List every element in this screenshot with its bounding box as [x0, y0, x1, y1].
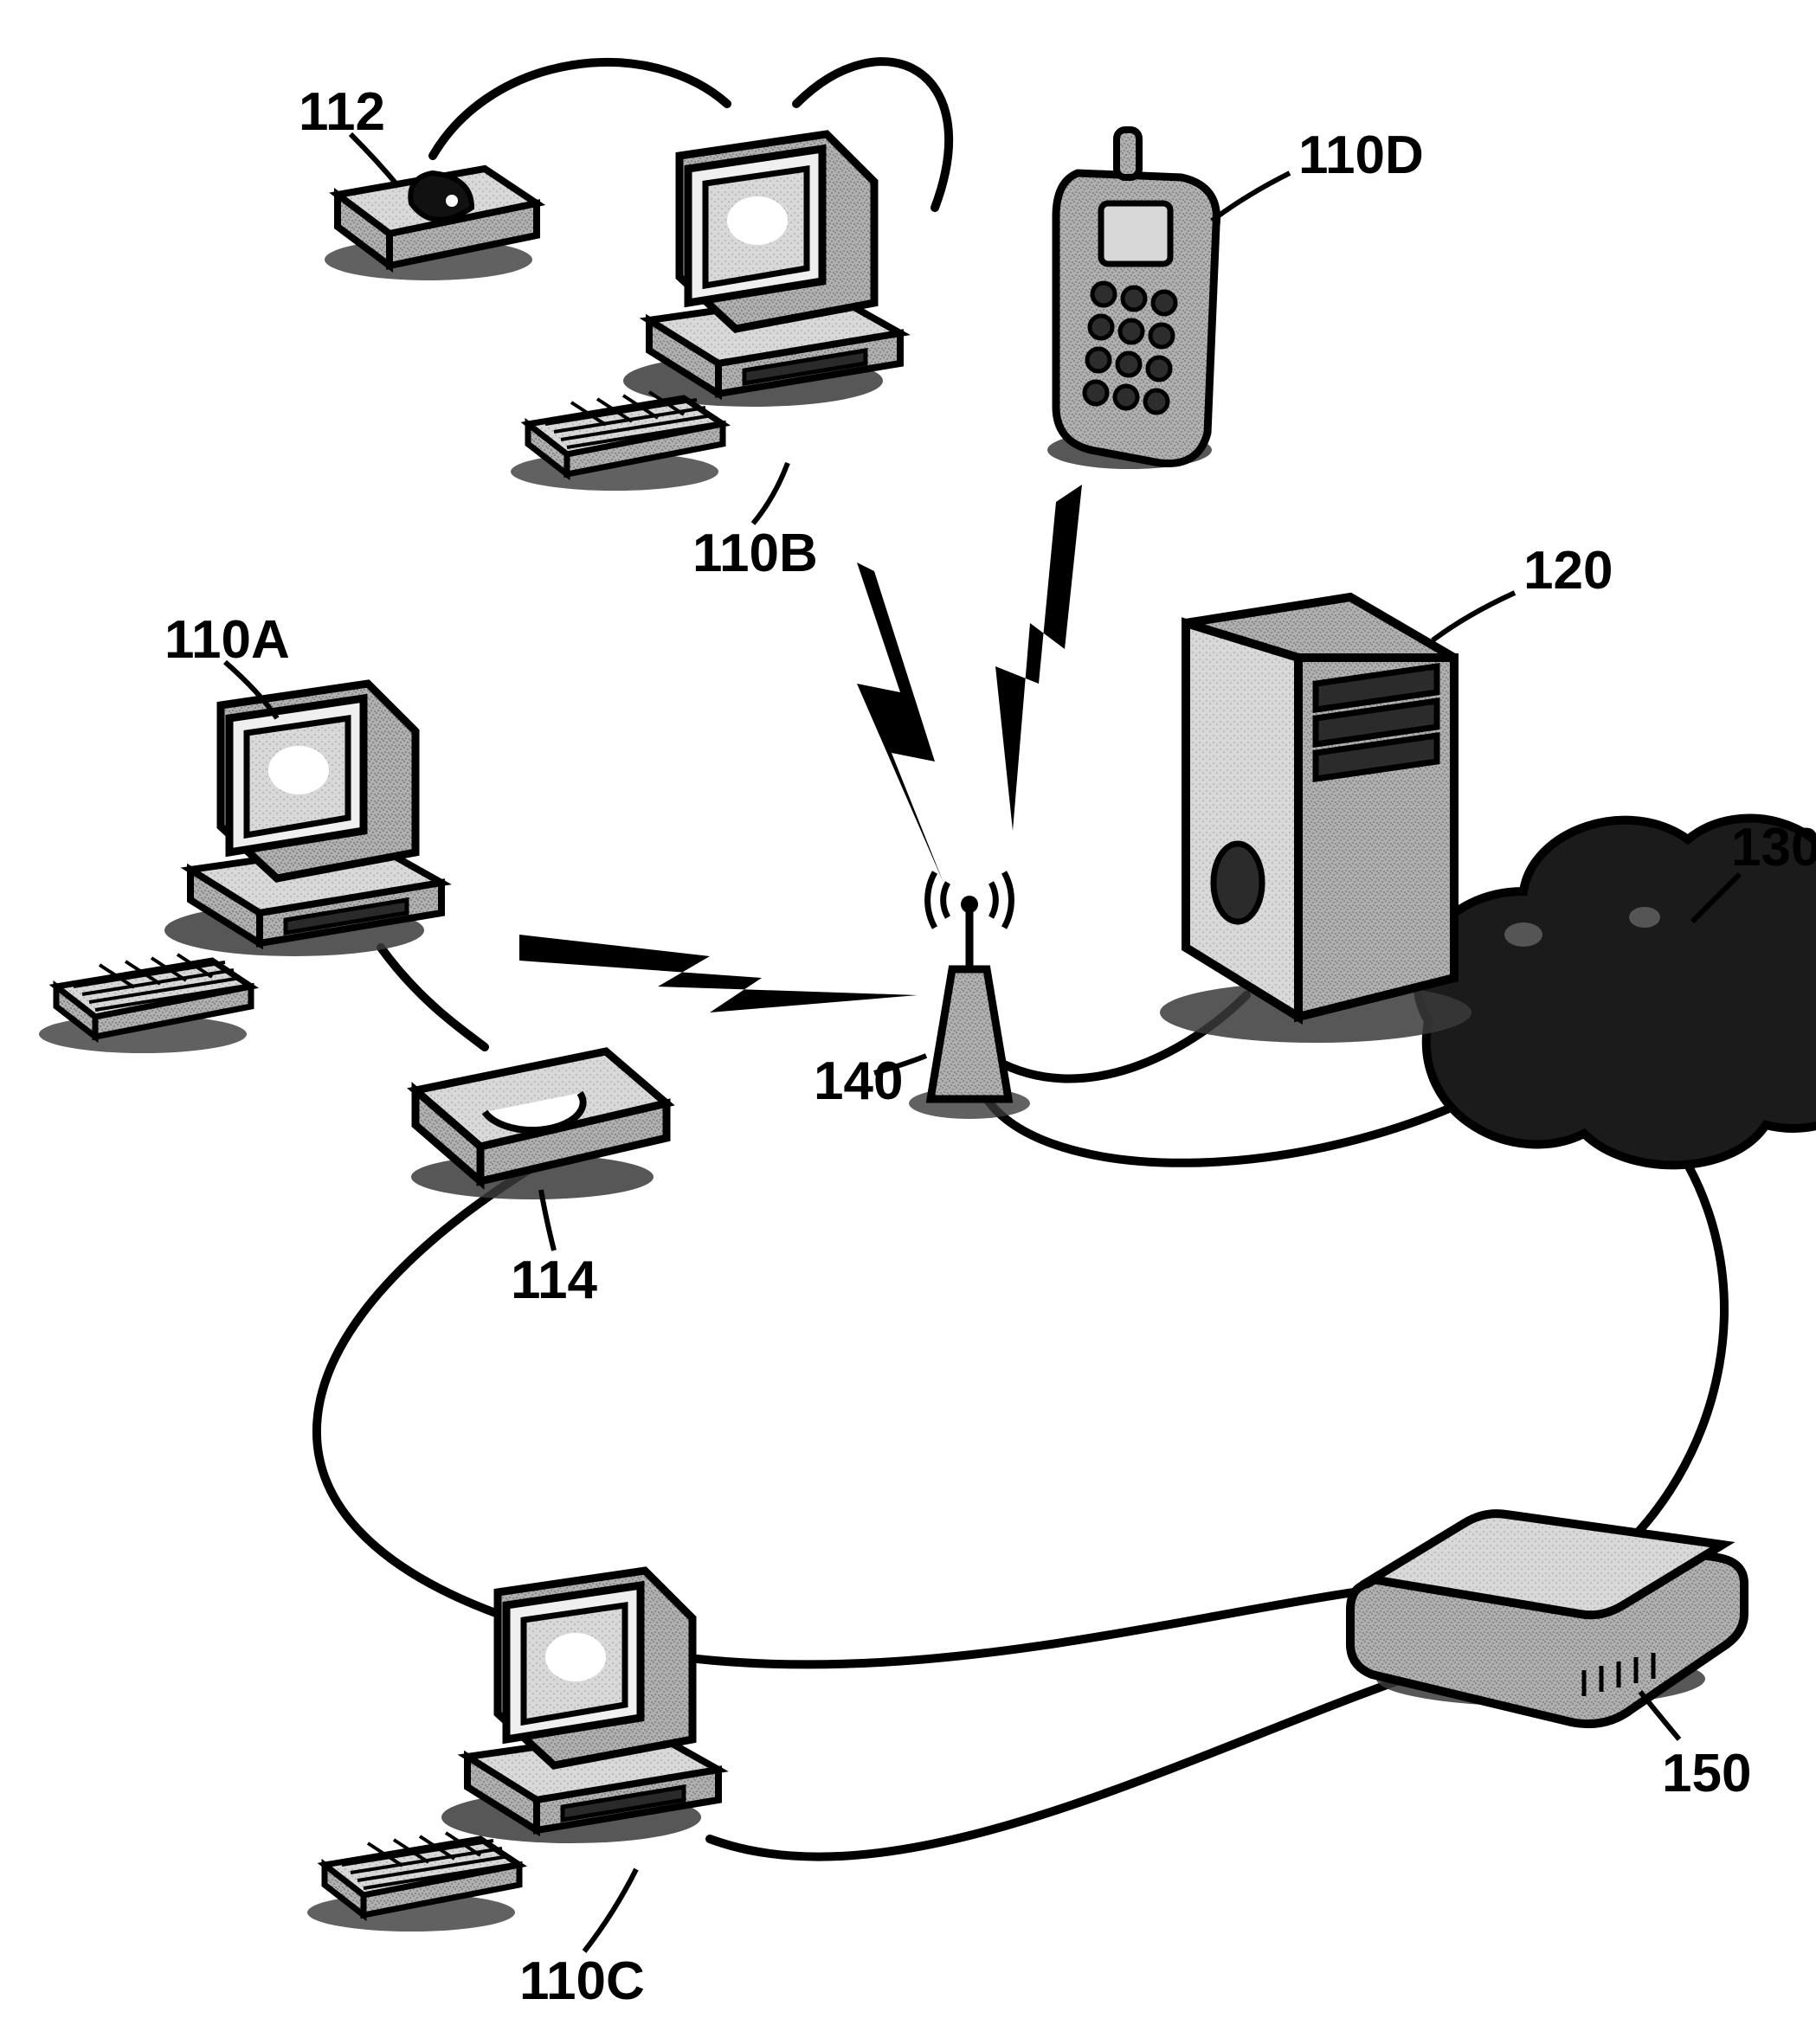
- label-120: 120: [1523, 541, 1613, 601]
- pc-110b-icon: [623, 134, 900, 407]
- antenna-icon: [909, 872, 1030, 1119]
- webcam-icon: [325, 169, 537, 280]
- keyboard-110b-icon: [511, 392, 723, 491]
- keyboard-110c-icon: [307, 1833, 519, 1932]
- modem-icon: [1350, 1514, 1744, 1724]
- label-140: 140: [814, 1051, 903, 1111]
- label-110b: 110B: [692, 524, 818, 583]
- keyboard-110a-icon: [39, 955, 251, 1053]
- pc-110a-icon: [164, 684, 441, 956]
- label-110d: 110D: [1298, 125, 1424, 185]
- label-110a: 110A: [164, 610, 290, 670]
- scanner-icon: [411, 1051, 667, 1199]
- mobile-phone-icon: [1047, 130, 1217, 469]
- server-icon: [1160, 597, 1471, 1043]
- network-diagram: 112 110A 110B 110C 110D 114 120 130 140 …: [0, 0, 1816, 2044]
- label-110c: 110C: [519, 1951, 645, 2011]
- label-114: 114: [511, 1250, 598, 1310]
- label-112: 112: [299, 82, 385, 142]
- label-130: 130: [1731, 818, 1816, 877]
- label-150: 150: [1662, 1744, 1751, 1803]
